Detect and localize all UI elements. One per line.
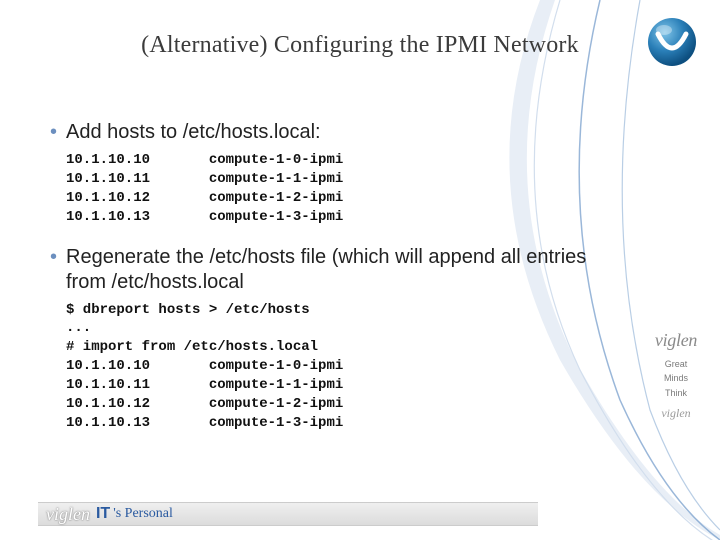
brand-mini: viglen <box>640 406 712 421</box>
footer-it: IT <box>96 505 110 523</box>
bullet-2-text: Regenerate the /etc/hosts file (which wi… <box>66 245 610 295</box>
footer-slogan: 's Personal <box>113 506 173 522</box>
logo-icon <box>644 14 700 70</box>
tag-line-1: Great <box>640 357 712 371</box>
slide-body: • Add hosts to /etc/hosts.local: 10.1.10… <box>50 120 610 451</box>
code-block-1: 10.1.10.10 compute-1-0-ipmi 10.1.10.11 c… <box>66 151 610 227</box>
footer: viglen IT 's Personal <box>0 498 600 540</box>
brand-name: viglen <box>640 330 712 351</box>
bullet-icon: • <box>50 245 66 270</box>
footer-bar: viglen IT 's Personal <box>38 502 538 526</box>
bullet-1-text: Add hosts to /etc/hosts.local: <box>66 120 610 145</box>
bullet-icon: • <box>50 120 66 145</box>
brand-sidebar: viglen Great Minds Think viglen <box>640 330 712 421</box>
slide-title: (Alternative) Configuring the IPMI Netwo… <box>0 32 720 59</box>
brand-tagline: Great Minds Think <box>640 357 712 400</box>
footer-brand: viglen <box>46 504 90 525</box>
slide: (Alternative) Configuring the IPMI Netwo… <box>0 0 720 540</box>
tag-line-3: Think <box>640 386 712 400</box>
bullet-2: • Regenerate the /etc/hosts file (which … <box>50 245 610 295</box>
bullet-1: • Add hosts to /etc/hosts.local: <box>50 120 610 145</box>
tag-line-2: Minds <box>640 371 712 385</box>
code-block-2: $ dbreport hosts > /etc/hosts ... # impo… <box>66 301 610 433</box>
